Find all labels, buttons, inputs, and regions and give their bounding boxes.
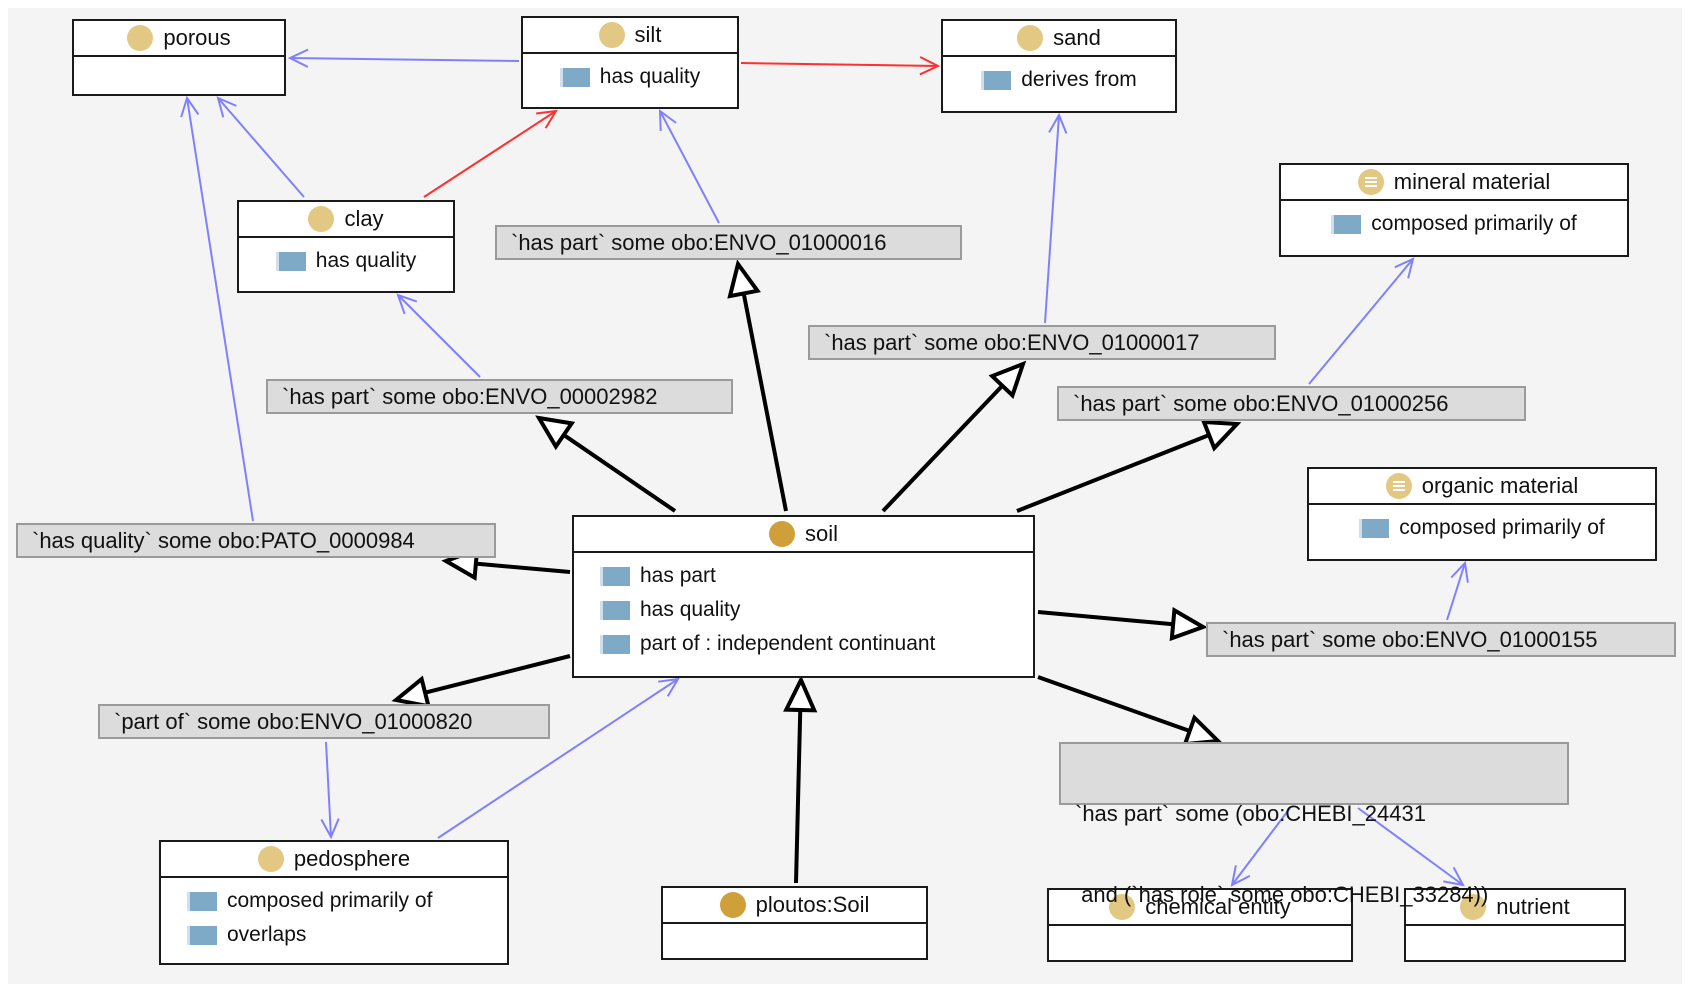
node-title: sand [1053, 25, 1101, 50]
object-property-icon [981, 70, 1012, 90]
object-property-icon [559, 67, 590, 87]
object-property-icon [187, 925, 217, 945]
property-label: composed primarily of [227, 889, 433, 912]
class-icon [1017, 25, 1044, 51]
defined-class-icon [1385, 473, 1412, 499]
node-soil[interactable]: soil has part has quality part of : inde… [572, 515, 1035, 678]
node-porous[interactable]: porous [72, 19, 286, 96]
restriction-label[interactable]: `has part` some obo:ENVO_01000017 [808, 325, 1276, 360]
node-title: soil [804, 521, 838, 546]
class-icon [598, 22, 625, 48]
restriction-label[interactable]: `has part` some obo:ENVO_00002982 [266, 379, 733, 414]
object-property-icon [600, 566, 630, 586]
property-label: composed primarily of [1399, 516, 1605, 539]
node-clay[interactable]: clay has quality [237, 200, 455, 293]
restriction-label[interactable]: `has quality` some obo:PATO_0000984 [16, 523, 496, 558]
node-title: silt [634, 22, 662, 47]
node-title: ploutos:Soil [755, 892, 870, 917]
class-icon [719, 892, 746, 918]
restriction-label-line: `has part` some (obo:CHEBI_24431 [1075, 801, 1426, 826]
property-label: derives from [1021, 68, 1137, 91]
node-title: organic material [1421, 473, 1579, 498]
restriction-label[interactable]: `has part` some obo:ENVO_01000016 [495, 225, 962, 260]
node-ploutos-soil[interactable]: ploutos:Soil [661, 886, 928, 960]
property-label: has quality [599, 65, 701, 88]
property-label: overlaps [227, 923, 307, 946]
restriction-label-chebi[interactable]: `has part` some (obo:CHEBI_24431 and (`h… [1059, 742, 1569, 907]
class-icon [308, 206, 335, 232]
property-label: has quality [640, 598, 741, 621]
property-label: has part [640, 564, 716, 587]
property-label: part of : independent continuant [640, 632, 936, 655]
defined-class-icon [1357, 169, 1384, 195]
restriction-label[interactable]: `part of` some obo:ENVO_01000820 [98, 704, 550, 739]
object-property-icon [1331, 214, 1362, 234]
object-property-icon [275, 251, 306, 271]
node-organic-material[interactable]: organic material composed primarily of [1307, 467, 1657, 561]
object-property-icon [1359, 518, 1390, 538]
class-icon [127, 25, 154, 51]
node-title: pedosphere [293, 846, 411, 871]
node-pedosphere[interactable]: pedosphere composed primarily of overlap… [159, 840, 509, 965]
property-label: has quality [315, 249, 417, 272]
object-property-icon [600, 600, 630, 620]
node-sand[interactable]: sand derives from [941, 19, 1177, 113]
restriction-label[interactable]: `has part` some obo:ENVO_01000155 [1206, 622, 1676, 657]
class-icon [257, 846, 284, 872]
restriction-label-line: and (`has role` some obo:CHEBI_33284)) [1075, 882, 1489, 907]
object-property-icon [600, 634, 630, 654]
node-title: porous [163, 25, 231, 50]
node-silt[interactable]: silt has quality [521, 16, 739, 109]
class-icon [768, 521, 795, 547]
node-mineral-material[interactable]: mineral material composed primarily of [1279, 163, 1629, 257]
node-title: clay [344, 206, 384, 231]
property-label: composed primarily of [1371, 212, 1577, 235]
node-title: mineral material [1393, 169, 1551, 194]
object-property-icon [187, 891, 217, 911]
restriction-label[interactable]: `has part` some obo:ENVO_01000256 [1057, 386, 1526, 421]
